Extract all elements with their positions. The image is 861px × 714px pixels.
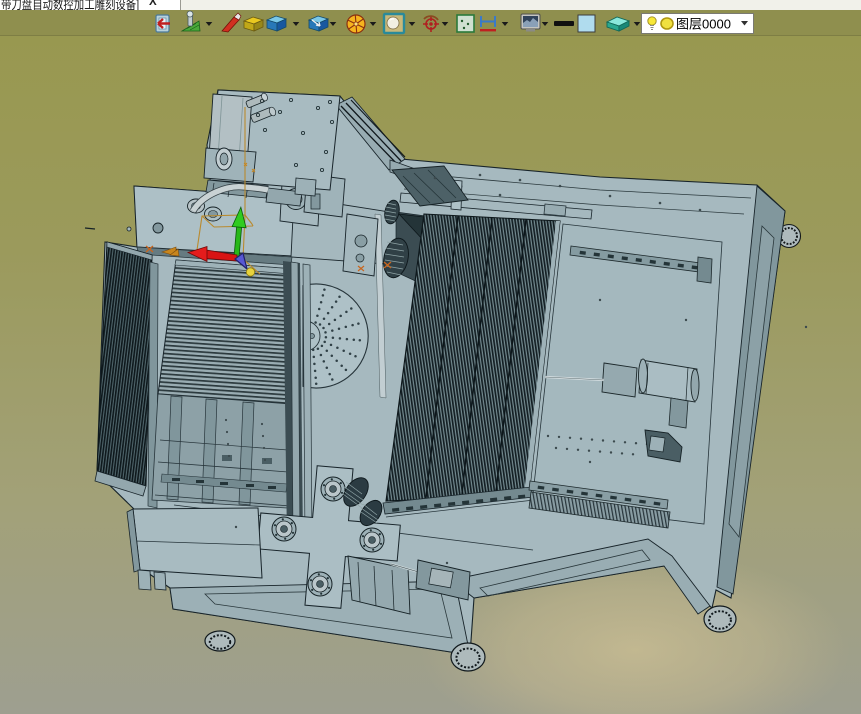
svg-text:图层0000: 图层0000	[676, 17, 731, 32]
